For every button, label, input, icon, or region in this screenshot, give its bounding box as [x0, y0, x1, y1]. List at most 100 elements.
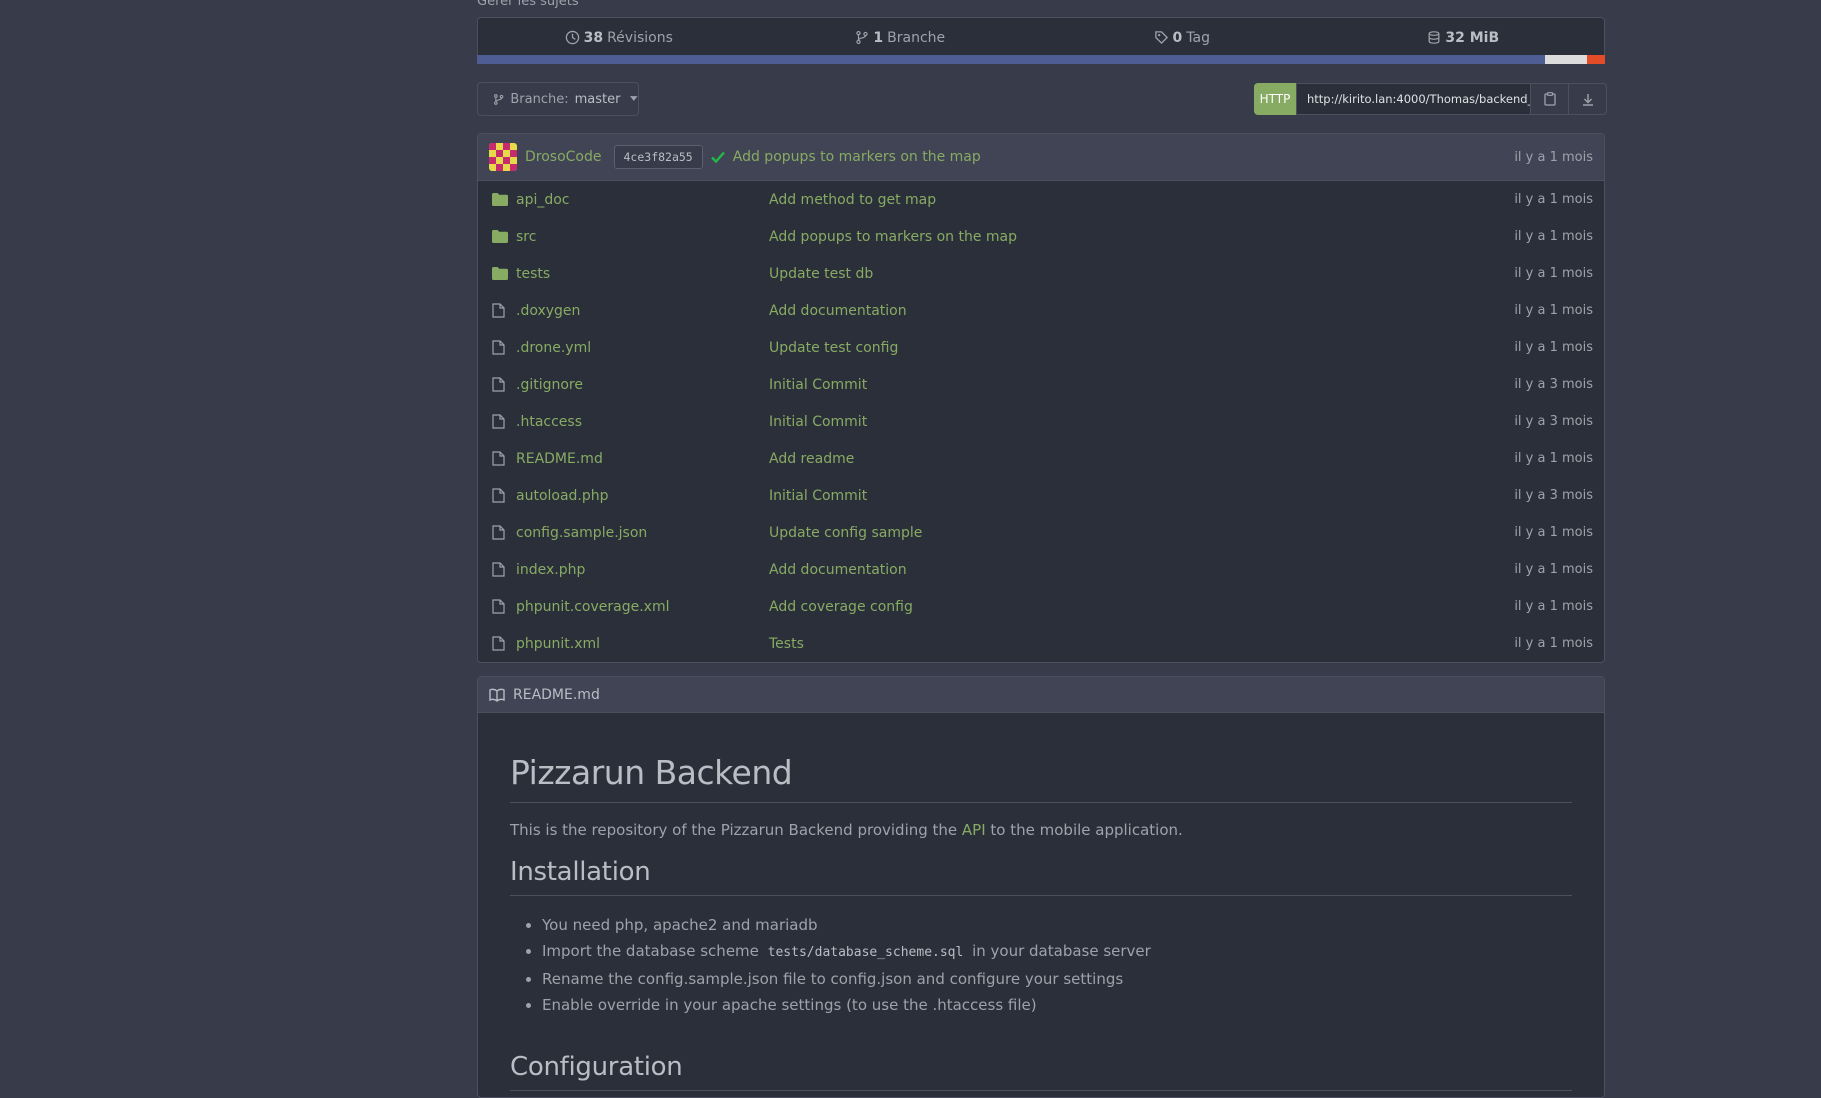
- file-name-link[interactable]: .gitignore: [516, 377, 769, 393]
- branches-count: 1: [873, 29, 884, 46]
- readme-title: Pizzarun Backend: [510, 753, 1572, 803]
- configuration-heading: Configuration: [510, 1052, 1572, 1091]
- table-row: api_doc Add method to get map il y a 1 moi…: [478, 181, 1604, 218]
- readme-intro-after: to the mobile application.: [985, 821, 1183, 839]
- branch-value: master: [574, 91, 621, 107]
- entry-icon: [492, 488, 516, 503]
- file-name-link[interactable]: .doxygen: [516, 303, 769, 319]
- file-name-link[interactable]: src: [516, 229, 769, 245]
- file-commit-link[interactable]: Initial Commit: [769, 488, 1514, 504]
- file-commit-link[interactable]: Update test config: [769, 340, 1514, 356]
- table-row: .drone.yml Update test config il y a 1 moi…: [478, 329, 1604, 366]
- commit-message[interactable]: Add popups to markers on the map: [710, 149, 981, 165]
- file-icon: [492, 525, 505, 540]
- file-commit-link[interactable]: Add coverage config: [769, 599, 1514, 615]
- entry-icon: [492, 230, 516, 243]
- http-protocol-button[interactable]: HTTP: [1254, 83, 1296, 115]
- file-commit-link[interactable]: Add documentation: [769, 562, 1514, 578]
- tags-stat[interactable]: 0 Tag: [1041, 30, 1323, 46]
- readme-intro: This is the repository of the Pizzarun B…: [510, 821, 1572, 839]
- commit-author[interactable]: DrosoCode: [525, 149, 602, 165]
- file-name-link[interactable]: api_doc: [516, 192, 769, 208]
- file-commit-time: il y a 1 mois: [1514, 303, 1593, 318]
- file-list: api_doc Add method to get map il y a 1 moi…: [478, 181, 1604, 662]
- file-icon: [492, 451, 505, 466]
- branch-label: Branche:: [510, 91, 569, 107]
- commit-message-text: Add popups to markers on the map: [732, 149, 981, 165]
- list-item: You need php, apache2 and mariadb: [542, 912, 1572, 938]
- manage-topics-link[interactable]: Gérer les sujets: [477, 0, 579, 9]
- file-commit-link[interactable]: Initial Commit: [769, 414, 1514, 430]
- clone-url-input[interactable]: http://kirito.lan:4000/Thomas/backend_pi…: [1296, 83, 1531, 115]
- revisions-count: 38: [583, 29, 604, 46]
- table-row: .htaccess Initial Commit il y a 3 mois: [478, 403, 1604, 440]
- file-commit-time: il y a 3 mois: [1514, 414, 1593, 429]
- file-commit-time: il y a 1 mois: [1514, 525, 1593, 540]
- file-name-link[interactable]: README.md: [516, 451, 769, 467]
- entry-icon: [492, 377, 516, 392]
- branch-dropdown[interactable]: Branche: master: [477, 82, 639, 116]
- entry-icon: [492, 267, 516, 280]
- entry-icon: [492, 414, 516, 429]
- entry-icon: [492, 599, 516, 614]
- file-icon: [492, 636, 505, 651]
- file-commit-link[interactable]: Initial Commit: [769, 377, 1514, 393]
- entry-icon: [492, 340, 516, 355]
- file-commit-link[interactable]: Add method to get map: [769, 192, 1514, 208]
- entry-icon: [492, 525, 516, 540]
- file-name-link[interactable]: autoload.php: [516, 488, 769, 504]
- language-html-segment: [1587, 55, 1605, 64]
- list-item-after: in your database server: [967, 942, 1151, 960]
- commit-sha[interactable]: 4ce3f82a55: [613, 145, 703, 169]
- copy-url-button[interactable]: [1531, 83, 1569, 115]
- api-link[interactable]: API: [962, 821, 986, 839]
- entry-icon: [492, 636, 516, 651]
- repo-files-table: DrosoCode 4ce3f82a55 Add popups to marke…: [477, 133, 1605, 663]
- table-row: index.php Add documentation il y a 1 mois: [478, 551, 1604, 588]
- file-commit-time: il y a 3 mois: [1514, 377, 1593, 392]
- repo-stats-bar: 38 Révisions 1 Branche 0 Tag 32 MiB: [477, 17, 1605, 57]
- file-icon: [492, 340, 505, 355]
- language-other-segment: [1545, 55, 1587, 64]
- file-commit-link[interactable]: Add popups to markers on the map: [769, 229, 1514, 245]
- file-name-link[interactable]: phpunit.xml: [516, 636, 769, 652]
- readme-filename: README.md: [513, 686, 600, 703]
- folder-icon: [492, 230, 508, 243]
- entry-icon: [492, 303, 516, 318]
- table-row: phpunit.xml Tests il y a 1 mois: [478, 625, 1604, 662]
- download-button[interactable]: [1569, 83, 1607, 115]
- clipboard-icon: [1543, 92, 1556, 106]
- clone-panel: HTTP http://kirito.lan:4000/Thomas/backe…: [1254, 83, 1607, 115]
- file-icon: [492, 562, 505, 577]
- list-item-before: Import the database scheme: [542, 942, 764, 960]
- branches-stat[interactable]: 1 Branche: [760, 30, 1042, 46]
- file-commit-link[interactable]: Add readme: [769, 451, 1514, 467]
- folder-icon: [492, 267, 508, 280]
- caret-down-icon: [630, 96, 638, 101]
- file-name-link[interactable]: phpunit.coverage.xml: [516, 599, 769, 615]
- file-commit-time: il y a 1 mois: [1514, 562, 1593, 577]
- revisions-stat[interactable]: 38 Révisions: [478, 30, 760, 46]
- branches-label: Branche: [887, 29, 946, 46]
- branch-icon: [494, 93, 504, 105]
- file-name-link[interactable]: .htaccess: [516, 414, 769, 430]
- installation-heading: Installation: [510, 857, 1572, 896]
- repo-size: 32 MiB: [1445, 29, 1500, 46]
- file-icon: [492, 303, 505, 318]
- file-commit-link[interactable]: Tests: [769, 636, 1514, 652]
- file-commit-time: il y a 1 mois: [1514, 599, 1593, 614]
- file-commit-link[interactable]: Update test db: [769, 266, 1514, 282]
- file-commit-time: il y a 1 mois: [1514, 229, 1593, 244]
- file-name-link[interactable]: tests: [516, 266, 769, 282]
- avatar[interactable]: [489, 143, 517, 171]
- file-commit-link[interactable]: Update config sample: [769, 525, 1514, 541]
- latest-commit-header: DrosoCode 4ce3f82a55 Add popups to marke…: [478, 134, 1604, 181]
- file-commit-time: il y a 1 mois: [1514, 192, 1593, 207]
- readme-panel: README.md Pizzarun Backend This is the r…: [477, 676, 1605, 1098]
- file-commit-link[interactable]: Add documentation: [769, 303, 1514, 319]
- file-name-link[interactable]: index.php: [516, 562, 769, 578]
- language-bar: [477, 55, 1605, 64]
- file-name-link[interactable]: config.sample.json: [516, 525, 769, 541]
- tag-icon: [1154, 31, 1168, 45]
- file-name-link[interactable]: .drone.yml: [516, 340, 769, 356]
